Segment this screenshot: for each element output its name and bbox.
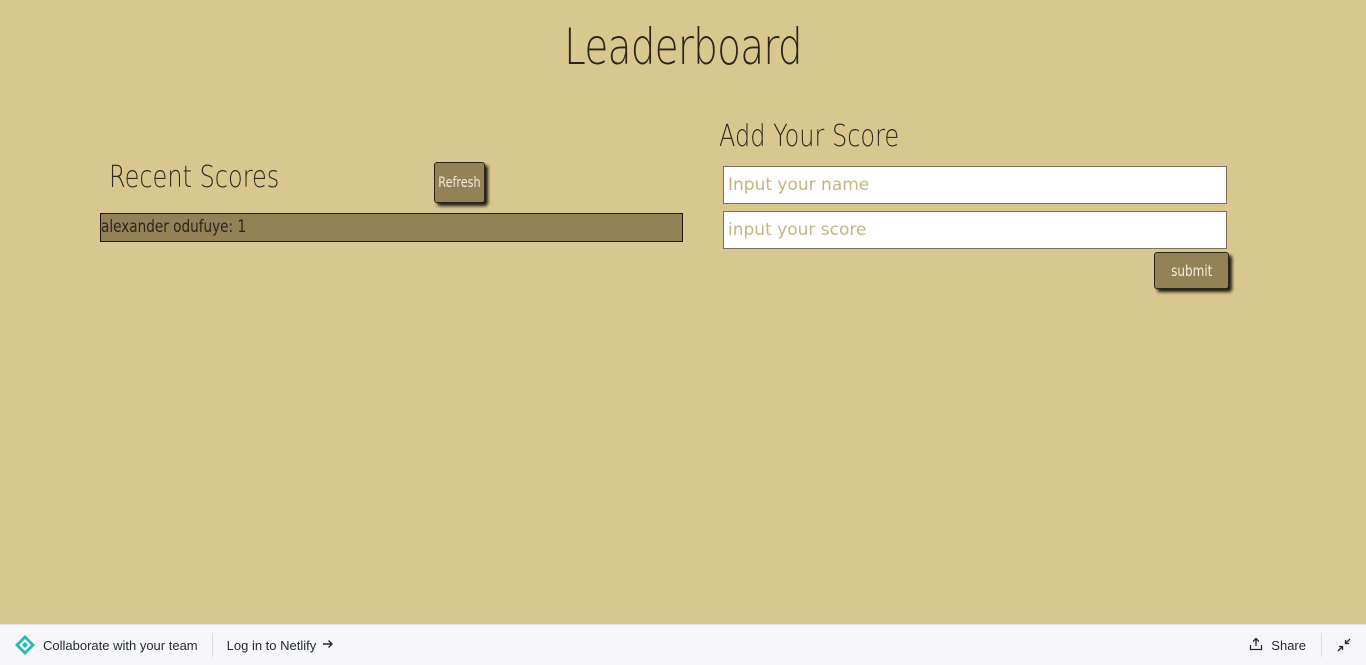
netlify-bar-right: Share — [1249, 633, 1366, 657]
divider — [1321, 633, 1322, 657]
score-list: alexander odufuye: 1 — [100, 213, 683, 242]
score-input[interactable] — [723, 211, 1227, 249]
collapse-icon[interactable] — [1336, 637, 1352, 653]
share-icon — [1249, 637, 1263, 654]
login-label: Log in to Netlify — [226, 637, 317, 653]
arrow-right-icon — [322, 638, 334, 653]
add-score-heading: Add Your Score — [719, 119, 900, 154]
netlify-logo-icon — [14, 634, 36, 656]
login-link[interactable]: Log in to Netlify — [227, 638, 335, 653]
name-input[interactable] — [723, 166, 1227, 204]
divider — [211, 633, 213, 657]
collaborate-label[interactable]: Collaborate with your team — [43, 638, 198, 653]
submit-button[interactable]: submit — [1154, 252, 1229, 289]
score-list-item: alexander odufuye: 1 — [100, 213, 683, 242]
recent-scores-heading: Recent Scores — [109, 160, 280, 195]
refresh-button[interactable]: Refresh — [434, 162, 485, 203]
leaderboard-page: Leaderboard Recent Scores Refresh alexan… — [0, 0, 1366, 665]
netlify-bar: Collaborate with your team Log in to Net… — [0, 624, 1366, 665]
page-title: Leaderboard — [564, 18, 803, 76]
share-label: Share — [1271, 637, 1306, 653]
share-button[interactable]: Share — [1249, 637, 1306, 654]
